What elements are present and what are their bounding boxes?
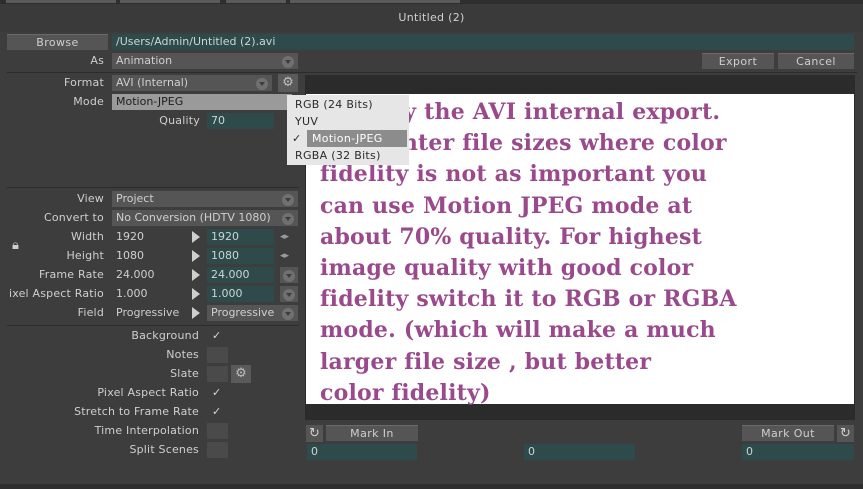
mode-dropdown-menu: RGB (24 Bits) YUV Motion-JPEG ✓ RGBA (32… <box>287 95 409 165</box>
mark-in-button[interactable]: Mark In <box>326 425 418 441</box>
mark-out-button[interactable]: Mark Out <box>742 425 834 441</box>
tab-strip-segment <box>290 0 460 3</box>
chevron-down-icon <box>282 194 294 206</box>
pixel-aspect-ratio-checkbox[interactable]: ✓ <box>212 385 228 401</box>
reset-mark-in-icon[interactable]: ↻ <box>306 425 323 442</box>
frame-rate-label: Frame Rate <box>39 268 104 281</box>
convert-to-select-value: No Conversion (HDTV 1080) <box>116 211 271 224</box>
view-select-value: Project <box>116 192 154 205</box>
field-source-value: Progressive <box>112 305 182 321</box>
play-arrow-icon <box>192 269 200 281</box>
browse-button[interactable]: Browse <box>7 34 108 50</box>
duration-field[interactable]: 0 <box>524 444 635 460</box>
pixel-aspect-dropdown[interactable] <box>280 286 298 302</box>
play-arrow-icon <box>192 288 200 300</box>
chevron-down-icon <box>283 270 295 282</box>
split-scenes-label: Split Scenes <box>129 443 199 456</box>
annotation-line: fidelity switch it to RGB or RGBA <box>320 286 737 313</box>
mode-option-rgba32[interactable]: RGBA (32 Bits) <box>287 147 409 164</box>
frame-rate-source-value: 24.000 <box>112 267 182 283</box>
tab-strip-segment <box>120 0 220 3</box>
quality-field[interactable]: 70 <box>207 113 274 129</box>
time-interpolation-checkbox[interactable] <box>207 423 228 439</box>
view-label: View <box>77 192 104 205</box>
notes-label: Notes <box>166 348 199 361</box>
convert-to-select[interactable]: No Conversion (HDTV 1080) <box>112 210 298 226</box>
annotation-line: mode. (which will make a much <box>320 317 716 344</box>
annotation-line: image quality with good color <box>320 255 694 282</box>
mark-out-field[interactable]: 0 <box>742 444 854 460</box>
height-source-value: 1080 <box>112 248 182 264</box>
format-settings-gear-icon[interactable]: ⚙ <box>278 74 298 92</box>
as-label: As <box>90 54 104 67</box>
reset-mark-out-icon[interactable]: ↻ <box>837 425 854 442</box>
mode-select[interactable]: Motion-JPEG <box>112 94 292 110</box>
notes-checkbox[interactable] <box>207 347 228 363</box>
format-select[interactable]: AVI (Internal) <box>112 75 272 91</box>
quality-label: Quality <box>159 114 200 127</box>
chevron-down-icon <box>256 78 268 90</box>
slate-checkbox[interactable] <box>207 366 228 382</box>
height-label: Height <box>66 249 104 262</box>
chevron-down-icon <box>282 308 294 320</box>
tab-strip-segment <box>6 0 116 3</box>
background-checkbox[interactable]: ✓ <box>212 328 228 344</box>
format-label: Format <box>64 76 104 89</box>
tab-strip-segment <box>226 0 286 3</box>
width-field[interactable]: 1920 <box>207 229 274 245</box>
height-field[interactable]: 1080 <box>207 248 274 264</box>
width-source-value: 1920 <box>112 229 182 245</box>
mode-option-yuv[interactable]: YUV <box>287 113 409 130</box>
mode-option-rgb24[interactable]: RGB (24 Bits) <box>287 96 409 113</box>
check-icon: ✓ <box>292 132 302 145</box>
background-label: Background <box>131 329 199 342</box>
annotation-line: about 70% quality. For highest <box>320 223 703 250</box>
time-interpolation-label: Time Interpolation <box>94 424 199 437</box>
frame-rate-field[interactable]: 24.000 <box>207 267 274 283</box>
export-button[interactable]: Export <box>702 53 774 69</box>
pixel-aspect-field[interactable]: 1.000 <box>207 286 274 302</box>
chevron-down-icon <box>282 213 294 225</box>
divider <box>7 325 299 326</box>
field-select[interactable]: Progressive <box>207 305 298 321</box>
bottom-strip <box>0 484 863 489</box>
field-select-value: Progressive <box>211 306 275 319</box>
as-select[interactable]: Animation <box>112 53 298 69</box>
view-select[interactable]: Project <box>112 191 298 207</box>
play-arrow-icon <box>192 307 200 319</box>
divider <box>7 187 299 188</box>
mode-label: Mode <box>73 95 104 108</box>
window-title: Untitled (2) <box>0 4 863 32</box>
pixel-aspect-ratio-label: Pixel Aspect Ratio <box>97 386 199 399</box>
mark-in-field[interactable]: 0 <box>307 444 417 460</box>
as-select-value: Animation <box>116 54 173 67</box>
annotation-line: color fidelity) <box>320 379 491 406</box>
play-arrow-icon <box>192 231 200 243</box>
chevron-down-icon <box>283 289 295 301</box>
mode-option-motion-jpeg[interactable]: Motion-JPEG <box>307 130 407 147</box>
field-label: Field <box>77 306 104 319</box>
stretch-to-frame-rate-label: Stretch to Frame Rate <box>74 405 199 418</box>
annotation-line: can use Motion JPEG mode at <box>320 192 693 219</box>
play-arrow-icon <box>192 250 200 262</box>
pixel-aspect-label: ixel Aspect Ratio <box>8 287 104 300</box>
chevron-down-icon <box>282 56 294 68</box>
stretch-to-frame-rate-checkbox[interactable]: ✓ <box>212 404 228 420</box>
pixel-aspect-source-value: 1.000 <box>112 286 182 302</box>
split-scenes-checkbox[interactable] <box>207 442 228 458</box>
format-select-value: AVI (Internal) <box>116 76 189 89</box>
slate-label: Slate <box>170 367 199 380</box>
width-stepper-icon[interactable]: ◂▸ <box>280 229 298 245</box>
slate-settings-gear-icon[interactable]: ⚙ <box>231 365 251 383</box>
annotation-line: larger file size , but better <box>320 348 652 375</box>
output-path-field[interactable]: /Users/Admin/Untitled (2).avi <box>112 34 854 50</box>
width-label: Width <box>71 230 104 243</box>
height-stepper-icon[interactable]: ◂▸ <box>280 248 298 264</box>
divider <box>7 72 857 73</box>
frame-rate-dropdown[interactable] <box>280 267 298 283</box>
cancel-button[interactable]: Cancel <box>778 53 854 69</box>
mode-select-value: Motion-JPEG <box>116 95 184 108</box>
convert-to-label: Convert to <box>43 211 104 224</box>
